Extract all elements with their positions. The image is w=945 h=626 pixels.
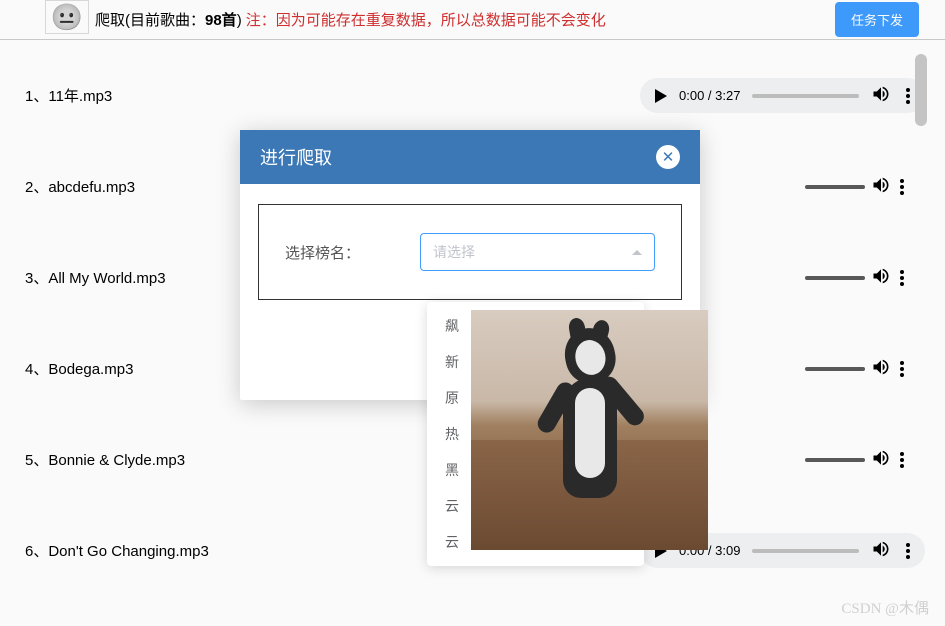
select-label: 选择榜名： [285, 242, 360, 263]
husky-gif-overlay [471, 310, 708, 550]
form-box: 选择榜名： 请选择 [258, 204, 682, 300]
modal-header: 进行爬取 ✕ [240, 130, 700, 184]
chevron-down-icon [632, 250, 642, 255]
chart-select[interactable]: 请选择 [420, 233, 655, 271]
close-icon[interactable]: ✕ [656, 145, 680, 169]
watermark: CSDN @木偶 [841, 597, 929, 618]
select-placeholder: 请选择 [433, 242, 475, 262]
modal-title: 进行爬取 [260, 144, 332, 170]
